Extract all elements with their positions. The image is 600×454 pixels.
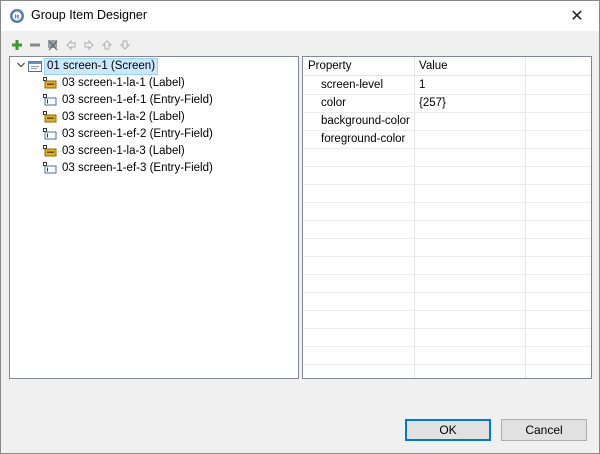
svg-text:is: is bbox=[14, 15, 20, 21]
value-column-header[interactable]: Value bbox=[419, 60, 448, 72]
app-icon: is bbox=[10, 9, 24, 23]
empty-row bbox=[303, 257, 591, 275]
add-button[interactable] bbox=[9, 37, 25, 53]
tree-item-label: 03 screen-1-ef-3 (Entry-Field) bbox=[62, 162, 213, 174]
property-name: foreground-color bbox=[321, 133, 406, 145]
tree-item-label: 03 screen-1-la-2 (Label) bbox=[62, 111, 185, 123]
close-icon: ✕ bbox=[570, 8, 584, 25]
table-row[interactable]: color {257} bbox=[303, 95, 591, 113]
label-icon bbox=[43, 145, 57, 157]
properties-table[interactable]: Property Value screen-level 1 color {257… bbox=[302, 56, 592, 379]
empty-row bbox=[303, 149, 591, 167]
label-icon bbox=[43, 77, 57, 89]
dialog-window: is Group Item Designer ✕ 01 screen-1 (Sc… bbox=[0, 0, 600, 454]
property-name: screen-level bbox=[321, 79, 383, 91]
empty-row bbox=[303, 167, 591, 185]
entry-field-icon bbox=[43, 162, 57, 174]
label-icon bbox=[43, 111, 57, 123]
entry-field-icon bbox=[43, 94, 57, 106]
empty-row bbox=[303, 275, 591, 293]
table-row[interactable]: background-color bbox=[303, 113, 591, 131]
empty-row bbox=[303, 347, 591, 365]
tree-item[interactable]: 03 screen-1-la-3 (Label) bbox=[43, 143, 188, 160]
chevron-down-icon[interactable] bbox=[16, 60, 26, 70]
toolbar bbox=[9, 37, 133, 53]
cut-button[interactable] bbox=[45, 37, 61, 53]
entry-field-icon bbox=[43, 128, 57, 140]
remove-icon bbox=[30, 43, 40, 47]
move-down-button[interactable] bbox=[117, 37, 133, 53]
property-column-header[interactable]: Property bbox=[308, 60, 351, 72]
empty-row bbox=[303, 293, 591, 311]
tree-item[interactable]: 03 screen-1-ef-2 (Entry-Field) bbox=[43, 126, 216, 143]
tree-item-label: 03 screen-1-ef-2 (Entry-Field) bbox=[62, 128, 213, 140]
property-name: color bbox=[321, 97, 346, 109]
table-row[interactable]: foreground-color bbox=[303, 131, 591, 149]
empty-row bbox=[303, 311, 591, 329]
empty-row bbox=[303, 221, 591, 239]
add-icon bbox=[12, 40, 22, 50]
tree-item-label: 03 screen-1-la-3 (Label) bbox=[62, 145, 185, 157]
title-bar: is Group Item Designer ✕ bbox=[1, 1, 599, 31]
arrow-up-icon bbox=[101, 40, 113, 50]
tree-item[interactable]: 03 screen-1-ef-3 (Entry-Field) bbox=[43, 160, 216, 177]
move-up-button[interactable] bbox=[99, 37, 115, 53]
empty-row bbox=[303, 203, 591, 221]
table-row[interactable]: screen-level 1 bbox=[303, 77, 591, 95]
move-left-button[interactable] bbox=[63, 37, 79, 53]
arrow-left-icon bbox=[66, 39, 76, 51]
empty-row bbox=[303, 239, 591, 257]
close-button[interactable]: ✕ bbox=[555, 1, 599, 31]
property-value[interactable]: {257} bbox=[419, 97, 446, 109]
tree-item[interactable]: 03 screen-1-la-2 (Label) bbox=[43, 109, 188, 126]
ok-button[interactable]: OK bbox=[405, 419, 491, 441]
move-right-button[interactable] bbox=[81, 37, 97, 53]
empty-row bbox=[303, 329, 591, 347]
tree-item[interactable]: 03 screen-1-ef-1 (Entry-Field) bbox=[43, 92, 216, 109]
tree-item-label: 03 screen-1-ef-1 (Entry-Field) bbox=[62, 94, 213, 106]
tree-item-label: 03 screen-1-la-1 (Label) bbox=[62, 77, 185, 89]
arrow-right-icon bbox=[84, 39, 94, 51]
scissors-icon bbox=[48, 40, 58, 51]
tree-panel[interactable]: 01 screen-1 (Screen) 03 screen-1-la-1 (L… bbox=[9, 56, 299, 379]
tree-item[interactable]: 03 screen-1-la-1 (Label) bbox=[43, 75, 188, 92]
table-header: Property Value bbox=[303, 57, 591, 76]
tree-item-label: 01 screen-1 (Screen) bbox=[44, 58, 159, 75]
cancel-button[interactable]: Cancel bbox=[501, 419, 587, 441]
screen-icon bbox=[28, 61, 42, 72]
empty-row bbox=[303, 185, 591, 203]
property-value[interactable]: 1 bbox=[419, 79, 425, 91]
tree-item-root[interactable]: 01 screen-1 (Screen) bbox=[28, 58, 159, 75]
arrow-down-icon bbox=[119, 40, 131, 50]
remove-button[interactable] bbox=[27, 37, 43, 53]
property-name: background-color bbox=[321, 115, 410, 127]
window-title: Group Item Designer bbox=[31, 8, 148, 22]
